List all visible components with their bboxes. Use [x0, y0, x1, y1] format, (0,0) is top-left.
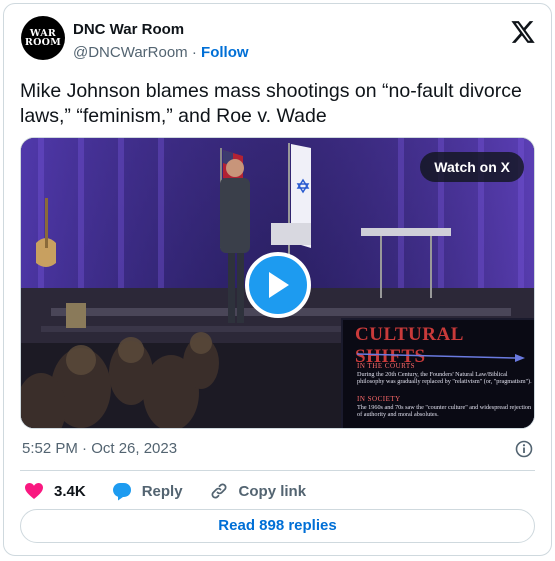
heart-icon — [25, 483, 43, 499]
display-name[interactable]: DNC War Room — [73, 21, 184, 38]
slide-arrow-icon — [357, 353, 525, 362]
divider — [20, 470, 535, 471]
read-replies-button[interactable]: Read 898 replies — [20, 509, 535, 543]
video-player[interactable]: Watch on X CULTURAL SHIFTS IN THE COURTS… — [20, 137, 535, 429]
like-count: 3.4K — [54, 482, 86, 500]
copy-link-label: Copy link — [238, 482, 307, 500]
action-bar: 3.4K Reply Copy link — [24, 481, 332, 501]
slide-section-body: During the 20th Century, the Founders' N… — [357, 371, 532, 385]
link-icon — [211, 483, 227, 499]
reply-bubble-icon — [112, 482, 131, 500]
tweet-text: Mike Johnson blames mass shootings on “n… — [20, 80, 522, 127]
avatar-text: WAR ROOM — [24, 28, 62, 48]
follow-button[interactable]: Follow — [201, 44, 249, 61]
tweet-timestamp[interactable]: 5:52 PM · Oct 26, 2023 — [22, 440, 177, 457]
x-logo-icon[interactable] — [510, 20, 536, 44]
slide-section-heading: IN THE COURTS — [357, 362, 416, 370]
copy-link-button[interactable]: Copy link — [209, 481, 307, 501]
reply-button[interactable]: Reply — [112, 482, 183, 501]
account-meta: @DNCWarRoom · Follow — [73, 44, 249, 61]
like-button[interactable]: 3.4K — [24, 482, 86, 500]
play-icon[interactable] — [245, 252, 311, 318]
presentation-slide: CULTURAL SHIFTS IN THE COURTS During the… — [341, 318, 534, 428]
info-icon[interactable] — [515, 440, 533, 458]
slide-section-heading: IN SOCIETY — [357, 395, 401, 403]
handle[interactable]: @DNCWarRoom — [73, 44, 188, 61]
tweet-card: WAR ROOM DNC War Room @DNCWarRoom · Foll… — [3, 3, 552, 556]
meta-separator: · — [191, 44, 197, 61]
slide-section-body: The 1960s and 70s saw the "counter cultu… — [357, 404, 532, 418]
reply-label: Reply — [141, 482, 183, 500]
watch-on-x-button[interactable]: Watch on X — [420, 152, 524, 182]
avatar[interactable]: WAR ROOM — [21, 16, 65, 60]
